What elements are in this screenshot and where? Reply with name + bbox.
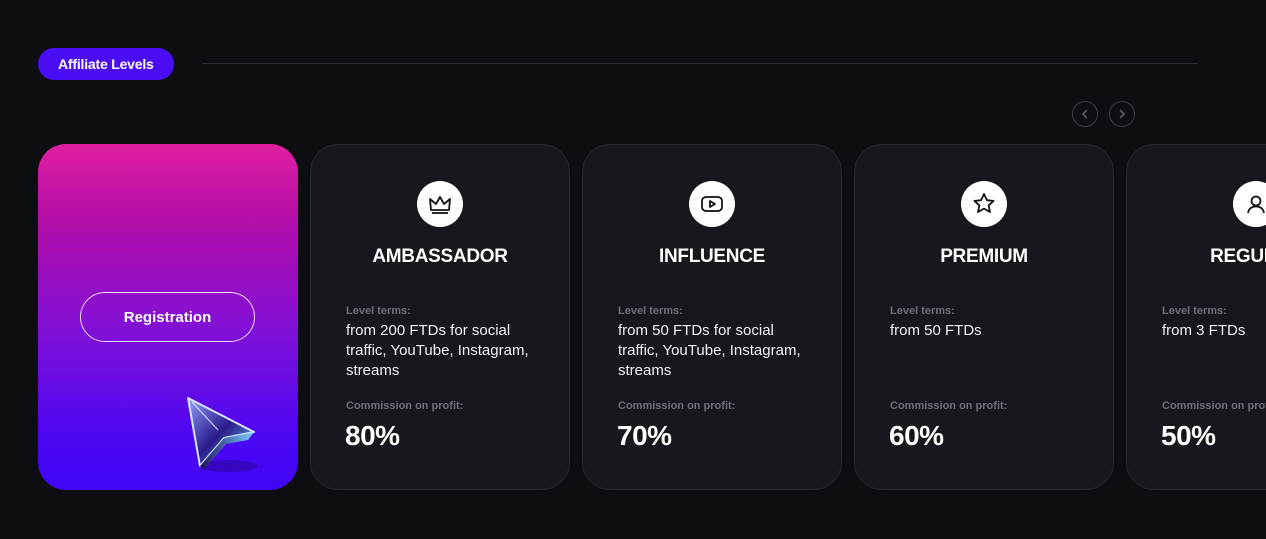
section-divider <box>202 63 1198 64</box>
affiliate-levels-section: Affiliate Levels Registration AMBASSADOR… <box>0 0 1266 539</box>
youtube-play-icon <box>701 196 723 212</box>
section-title-badge: Affiliate Levels <box>38 48 174 80</box>
level-terms-label: Level terms: <box>1162 305 1227 317</box>
level-icon-badge <box>1233 181 1266 227</box>
commission-label: Commission on profit: <box>346 400 464 412</box>
commission-label: Commission on profit: <box>1162 400 1266 412</box>
registration-button[interactable]: Registration <box>80 292 255 342</box>
cursor-arrow-icon <box>187 397 258 472</box>
level-terms-label: Level terms: <box>346 305 411 317</box>
level-terms-label: Level terms: <box>890 305 955 317</box>
crown-icon <box>429 196 451 214</box>
section-title: Affiliate Levels <box>58 56 154 72</box>
commission-label: Commission on profit: <box>890 400 1008 412</box>
registration-promo-card: Registration <box>38 144 298 490</box>
level-icon-badge <box>689 181 735 227</box>
level-terms: from 200 FTDs for social traffic, YouTub… <box>346 322 529 379</box>
commission-value: 60% <box>889 420 944 451</box>
chevron-left-icon <box>1082 109 1088 119</box>
commission-value: 80% <box>345 420 400 451</box>
carousel-prev-button[interactable] <box>1072 101 1098 127</box>
level-card-ambassador: AMBASSADOR Level terms: from 200 FTDs fo… <box>310 144 570 490</box>
level-name: INFLUENCE <box>658 246 766 267</box>
level-card-regular: REGULAR Level terms: from 3 FTDs Commiss… <box>1126 144 1266 490</box>
level-name: PREMIUM <box>940 246 1028 267</box>
level-terms: from 50 FTDs <box>890 322 982 339</box>
level-card-premium: PREMIUM Level terms: from 50 FTDs Commis… <box>854 144 1114 490</box>
level-name: REGULAR <box>1210 246 1266 267</box>
commission-value: 50% <box>1161 420 1216 451</box>
chevron-right-icon <box>1119 109 1125 119</box>
commission-value: 70% <box>617 420 672 451</box>
level-icon-badge <box>961 181 1007 227</box>
level-terms: from 3 FTDs <box>1162 322 1246 339</box>
commission-label: Commission on profit: <box>618 400 736 412</box>
level-name: AMBASSADOR <box>372 246 508 267</box>
carousel-next-button[interactable] <box>1109 101 1135 127</box>
level-terms-label: Level terms: <box>618 305 683 317</box>
level-terms: from 50 FTDs for social traffic, YouTube… <box>618 322 801 379</box>
star-icon <box>973 193 995 213</box>
level-card-influence: INFLUENCE Level terms: from 50 FTDs for … <box>582 144 842 490</box>
level-icon-badge <box>417 181 463 227</box>
user-icon <box>1247 195 1265 214</box>
